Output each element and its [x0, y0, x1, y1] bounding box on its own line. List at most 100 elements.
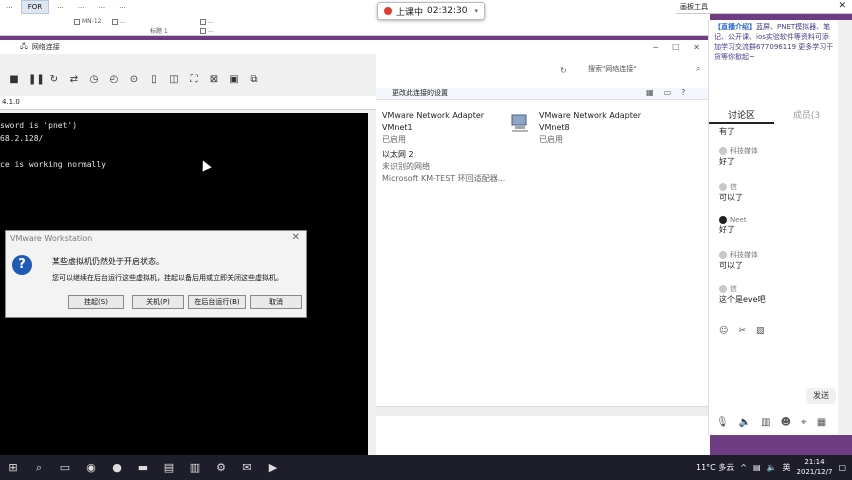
ribbon-tab-active[interactable]: FOR [20, 0, 50, 14]
ribbon-tab[interactable]: ... [72, 0, 91, 14]
ribbon-tab[interactable]: ... [0, 0, 19, 14]
adapter-item[interactable]: VMware Network Adapter VMnet1 已启用 [382, 110, 484, 146]
network-connections-window: ─ ☐ ✕ ↻ 搜索"网络连接" ⌕ 更改此连接的设置 ▦ ▭ ? VMware… [376, 40, 710, 455]
chat-message: 信 可以了 [719, 182, 743, 203]
split-view-icon[interactable]: ◫ [168, 74, 180, 85]
live-status-text: 上课中 [396, 7, 424, 18]
ribbon-tab[interactable]: ... [51, 0, 70, 14]
view-icon[interactable]: ▦ [646, 88, 654, 97]
emoji-icon[interactable]: ☺ [719, 326, 728, 336]
adapter-item[interactable]: VMware Network Adapter VMnet8 已启用 [539, 110, 641, 146]
microphone-icon[interactable]: 🎙 [716, 417, 729, 428]
tab-discussion[interactable]: 讨论区 [709, 106, 774, 124]
restore-icon[interactable]: ◴ [108, 74, 120, 85]
close-icon[interactable]: ✕ [693, 43, 700, 52]
image-icon[interactable]: ▨ [756, 326, 765, 336]
ribbon-option[interactable]: ... [112, 18, 126, 25]
snapshot-icon[interactable]: ◷ [88, 74, 100, 85]
vm-tab[interactable]: 4.1.0 [0, 96, 376, 110]
net-titlebar: ─ ☐ ✕ [376, 40, 710, 54]
network-icon[interactable]: ▤ [753, 463, 761, 472]
task-view-icon[interactable]: ▭ [52, 461, 78, 474]
clock-date: 2021/12/7 [796, 468, 833, 476]
chat-text: 好了 [719, 157, 735, 166]
volume-icon[interactable]: 🔈 [767, 463, 777, 472]
stop-icon[interactable]: ■ [8, 74, 20, 85]
change-settings-link[interactable]: 更改此连接的设置 [392, 89, 448, 97]
manage-icon[interactable]: ⊙ [128, 74, 140, 85]
chat-sender: 科技媒体 [730, 147, 758, 155]
location-icon[interactable]: ⌖ [801, 417, 807, 428]
tab-members[interactable]: 成员(3 [774, 106, 839, 124]
ribbon-option[interactable]: ... [200, 27, 214, 34]
ribbon-option[interactable]: ... [200, 18, 214, 25]
chat-tabs: 讨论区 成员(3 [709, 106, 839, 124]
send-button[interactable]: 发送 [806, 388, 836, 404]
close-icon[interactable]: ✕ [838, 1, 846, 11]
vm-titlebar: 🖧 网络连接 [0, 40, 376, 54]
mail-icon[interactable]: ✉ [234, 461, 260, 474]
refresh-icon[interactable]: ↻ [560, 66, 567, 75]
ribbon-option[interactable]: 标题 1 [150, 26, 168, 35]
chat-text: 这个是eve吧 [719, 295, 766, 304]
edge-icon[interactable]: ◉ [78, 461, 104, 474]
vmware-icon[interactable]: ▥ [182, 461, 208, 474]
vertical-scrollbar[interactable] [838, 20, 852, 435]
chrome-icon[interactable]: ● [104, 461, 130, 474]
notification-icon[interactable]: ▢ [838, 463, 846, 472]
adapter-name: 以太网 2 [382, 150, 414, 159]
system-tray: 11°C 多云 ^ ▤ 🔈 英 21:14 2021/12/7 ▢ [696, 457, 846, 477]
ribbon-tab[interactable]: ... [113, 0, 132, 14]
windows-start-icon[interactable]: ⊞ [0, 461, 26, 474]
suspend-button[interactable]: 挂起(S) [68, 295, 124, 309]
signal-icon[interactable]: ▥ [761, 417, 770, 428]
speaker-icon[interactable]: 🔈 [739, 417, 751, 428]
chevron-down-icon[interactable]: ▾ [474, 7, 478, 15]
fullscreen-icon[interactable]: ⛶ [188, 74, 200, 85]
chat-sender: Neet [730, 216, 747, 224]
maximize-icon[interactable]: ☐ [672, 43, 679, 52]
ribbon-option[interactable]: MN-12 [74, 18, 101, 25]
unity-icon[interactable]: ⊠ [208, 74, 220, 85]
search-icon[interactable]: ⌕ [26, 461, 52, 475]
refresh-icon[interactable]: ↻ [48, 74, 60, 85]
poweroff-button[interactable]: 关机(P) [132, 295, 184, 309]
adapter-item[interactable]: 以太网 2 未识别的网络 Microsoft KM-TEST 环回适配器... [382, 149, 505, 185]
minimize-icon[interactable]: ─ [653, 43, 658, 52]
adapter-network: 未识别的网络 [382, 162, 430, 171]
run-in-background-button[interactable]: 在后台运行(B) [188, 295, 246, 309]
avatar [719, 285, 727, 293]
view-options-icon[interactable]: ⧉ [248, 74, 260, 85]
app-icon[interactable]: ▤ [156, 461, 182, 474]
taskbar: ⊞ ⌕ ▭ ◉ ● ▬ ▤ ▥ ⚙ ✉ ▶ 11°C 多云 ^ ▤ 🔈 英 21… [0, 455, 852, 480]
ribbon-tab[interactable]: ... [92, 0, 111, 14]
media-icon[interactable]: ▶ [260, 461, 286, 474]
explorer-icon[interactable]: ▬ [130, 461, 156, 474]
console-icon[interactable]: ▣ [228, 74, 240, 85]
settings-icon[interactable]: ⚙ [208, 461, 234, 474]
live-intro: 【直播介绍】蓝屏、PNET模拟器、笔记、公开课、ios实验软件等资料可添加学习交… [714, 22, 834, 62]
live-status-pill[interactable]: 上课中 02:32:30 ▾ [377, 2, 485, 20]
help-icon[interactable]: ? [681, 88, 685, 97]
ribbon-tabs: ... FOR ... ... ... ... [0, 0, 132, 14]
adapter-name: VMware Network Adapter [382, 111, 485, 120]
chat-sender: 信 [730, 285, 737, 293]
chevron-up-icon[interactable]: ^ [740, 463, 747, 472]
pause-icon[interactable]: ❚❚ [28, 74, 45, 85]
close-icon[interactable]: ✕ [292, 232, 300, 243]
draw-tools-bar: 画板工具 ✕ [676, 0, 852, 14]
people-icon[interactable]: ☻ [781, 417, 791, 428]
gift-icon[interactable]: ▦ [817, 417, 826, 428]
scissors-icon[interactable]: ✂ [738, 326, 746, 336]
network-share-icon[interactable]: ⇄ [68, 74, 80, 85]
horizontal-scrollbar[interactable] [376, 406, 710, 416]
pane-icon[interactable]: ▭ [664, 88, 672, 97]
clock[interactable]: 21:14 2021/12/7 [797, 457, 833, 477]
ime-indicator[interactable]: 英 [783, 462, 791, 473]
weather-text[interactable]: 11°C 多云 [696, 462, 734, 473]
chat-message: Neet 好了 [719, 216, 747, 235]
sidebar-view-icon[interactable]: ▯ [148, 74, 160, 85]
cancel-button[interactable]: 取消 [250, 295, 302, 309]
search-icon[interactable]: ⌕ [696, 64, 700, 74]
search-input[interactable]: 搜索"网络连接" [582, 62, 692, 76]
